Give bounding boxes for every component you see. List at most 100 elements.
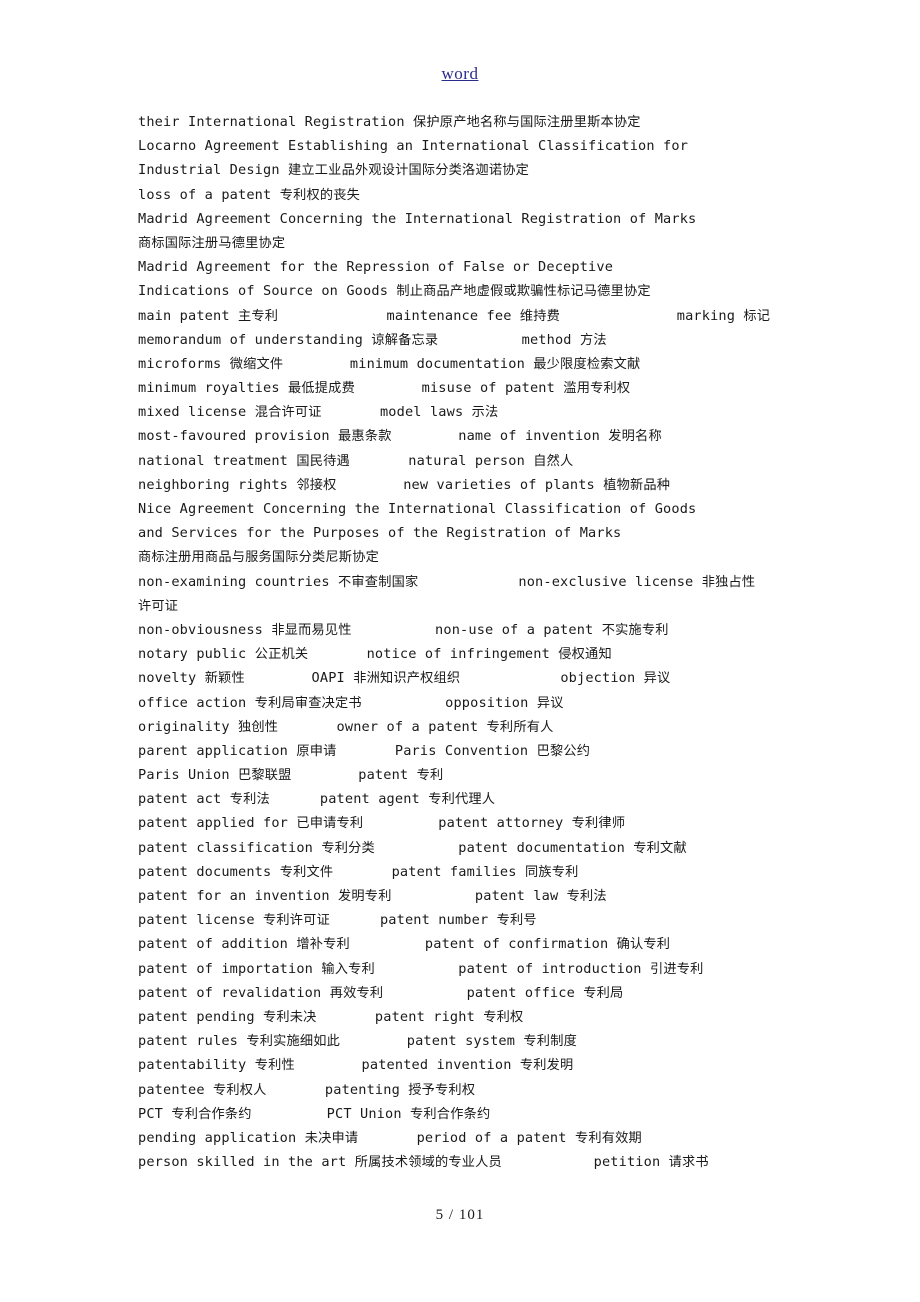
document-line: notary public 公正机关 notice of infringemen… <box>138 646 612 663</box>
document-line: Locarno Agreement Establishing an Intern… <box>138 138 689 155</box>
cjk-run: 巴黎公约 <box>536 743 591 759</box>
cjk-run: 新颖性 <box>204 671 245 687</box>
cjk-run: 示法 <box>471 405 499 421</box>
cjk-run: 不审查制国家 <box>338 574 419 590</box>
cjk-run: 输入专利 <box>321 961 375 977</box>
cjk-run: 标记 <box>743 308 771 324</box>
cjk-run: 增补专利 <box>296 937 350 953</box>
cjk-run: 原申请 <box>296 743 337 759</box>
cjk-run: 专利权 <box>483 1009 524 1025</box>
page-header: word <box>0 64 920 84</box>
document-line: 许可证 <box>138 594 838 618</box>
document-line: pending application 未决申请 period of a pat… <box>138 1129 642 1146</box>
cjk-run: 确认专利 <box>616 937 671 953</box>
cjk-run: 非显而易见性 <box>271 622 352 638</box>
cjk-run: 方法 <box>579 332 607 348</box>
cjk-run: 专利权人 <box>213 1082 267 1098</box>
document-line: loss of a patent 专利权的丧失 <box>138 186 361 203</box>
document-line: non-examining countries 不审查制国家 non-exclu… <box>138 573 756 590</box>
cjk-run: 再效专利 <box>329 985 384 1001</box>
cjk-run: 请求书 <box>668 1155 709 1171</box>
cjk-run: 微缩文件 <box>229 356 284 372</box>
document-line: non-obviousness 非显而易见性 non-use of a pate… <box>138 621 669 638</box>
cjk-run: 专利文件 <box>279 864 334 880</box>
cjk-run: 最惠条款 <box>338 429 392 445</box>
cjk-run: 专利分类 <box>321 840 375 856</box>
document-line: patent for an invention 发明专利 patent law … <box>138 888 607 904</box>
document-line: patent applied for 已申请专利 patent attorney… <box>138 815 626 832</box>
cjk-run: 邻接权 <box>296 477 337 493</box>
page-number: 5 / 101 <box>435 1207 485 1223</box>
cjk-run: 维持费 <box>519 308 561 324</box>
cjk-run: 侵权通知 <box>558 647 612 663</box>
word-link[interactable]: word <box>442 64 479 83</box>
cjk-run: 制止商品产地虚假或欺骗性标记马德里协定 <box>396 284 651 300</box>
cjk-run: 同族专利 <box>524 864 579 880</box>
cjk-run: 不实施专利 <box>601 622 669 638</box>
cjk-run: 专利律师 <box>571 816 626 832</box>
page-footer: 5 / 101 <box>0 1204 920 1224</box>
cjk-run: 已申请专利 <box>296 816 364 832</box>
cjk-run: 专利号 <box>496 913 537 929</box>
document-line: most-favoured provision 最惠条款 name of inv… <box>138 428 662 445</box>
document-line: Indications of Source on Goods 制止商品产地虚假或… <box>138 283 651 300</box>
document-line: 商标注册用商品与服务国际分类尼斯协定 <box>138 545 838 569</box>
cjk-run: 专利文献 <box>633 840 687 856</box>
cjk-run: 专利合作条约 <box>171 1106 252 1122</box>
document-line: national treatment 国民待遇 natural person 自… <box>138 452 574 469</box>
cjk-run: 专利权的丧失 <box>279 187 361 203</box>
cjk-run: 专利局 <box>583 985 624 1001</box>
cjk-run: 专利有效期 <box>574 1130 642 1146</box>
cjk-run: 建立工业品外观设计国际分类洛迦诺协定 <box>288 163 529 179</box>
cjk-run: 保护原产地名称与国际注册里斯本协定 <box>413 115 641 130</box>
cjk-run: 未决申请 <box>304 1130 359 1146</box>
cjk-run: 公正机关 <box>254 647 309 663</box>
document-line: PCT 专利合作条约 PCT Union 专利合作条约 <box>138 1105 491 1122</box>
cjk-run: 混合许可证 <box>254 405 322 421</box>
cjk-run: 自然人 <box>533 453 574 469</box>
document-line: patent of revalidation 再效专利 patent offic… <box>138 984 624 1001</box>
document-line: Paris Union 巴黎联盟 patent 专利 <box>138 767 444 784</box>
cjk-run: 专利 <box>416 768 444 784</box>
cjk-run: 巴黎联盟 <box>238 768 292 784</box>
document-line: patent of importation 输入专利 patent of int… <box>138 960 704 977</box>
document-line: patentability 专利性 patented invention 专利发… <box>138 1057 574 1074</box>
cjk-run: 主专利 <box>238 308 279 324</box>
cjk-run: 发明名称 <box>608 429 662 445</box>
cjk-run: 专利发明 <box>519 1058 574 1074</box>
cjk-run: 专利法 <box>566 889 607 904</box>
document-line: office action 专利局审查决定书 opposition 异议 <box>138 694 564 711</box>
document-line: patent pending 专利未决 patent right 专利权 <box>138 1008 524 1025</box>
cjk-run: 非洲知识产权组织 <box>353 671 461 687</box>
document-line: Nice Agreement Concerning the Internatio… <box>138 501 697 517</box>
cjk-run: 授予专利权 <box>408 1082 476 1098</box>
cjk-run: 异议 <box>536 695 564 711</box>
document-line: patentee 专利权人 patenting 授予专利权 <box>138 1081 476 1098</box>
cjk-run: 独创性 <box>238 719 279 735</box>
cjk-run: 专利实施细如此 <box>246 1034 341 1050</box>
cjk-run: 专利未决 <box>263 1009 317 1025</box>
document-line: Madrid Agreement Concerning the Internat… <box>138 210 697 227</box>
document-line: novelty 新颖性 OAPI 非洲知识产权组织 objection 异议 <box>138 670 671 687</box>
document-line: main patent 主专利 maintenance fee 维持费 mark… <box>138 307 771 324</box>
cjk-run: 国民待遇 <box>296 453 350 469</box>
cjk-run: 商标国际注册马德里协定 <box>138 235 286 251</box>
cjk-run: 专利局审查决定书 <box>254 695 362 711</box>
document-line: Madrid Agreement for the Repression of F… <box>138 259 614 276</box>
document-line: Industrial Design 建立工业品外观设计国际分类洛迦诺协定 <box>138 162 529 179</box>
document-line: patent act 专利法 patent agent 专利代理人 <box>138 791 496 808</box>
cjk-run: 非独占性 <box>701 574 756 590</box>
cjk-run: 发明专利 <box>338 889 392 904</box>
document-line: memorandum of understanding 谅解备忘录 method… <box>138 331 607 348</box>
document-line: microforms 微缩文件 minimum documentation 最少… <box>138 355 641 372</box>
cjk-run: 商标注册用商品与服务国际分类尼斯协定 <box>138 550 379 566</box>
document-line: patent of addition 增补专利 patent of confir… <box>138 936 671 953</box>
document-line: neighboring rights 邻接权 new varieties of … <box>138 476 671 493</box>
document-line: patent classification 专利分类 patent docume… <box>138 839 687 856</box>
cjk-run: 所属技术领域的专业人员 <box>354 1155 502 1171</box>
cjk-run: 专利合作条约 <box>410 1106 491 1122</box>
cjk-run: 最低提成费 <box>288 381 355 397</box>
document-text-body: their International Registration 保护原产地名称… <box>138 110 838 1174</box>
document-line: patent rules 专利实施细如此 patent system 专利制度 <box>138 1033 577 1050</box>
document-line: person skilled in the art 所属技术领域的专业人员 pe… <box>138 1154 709 1171</box>
